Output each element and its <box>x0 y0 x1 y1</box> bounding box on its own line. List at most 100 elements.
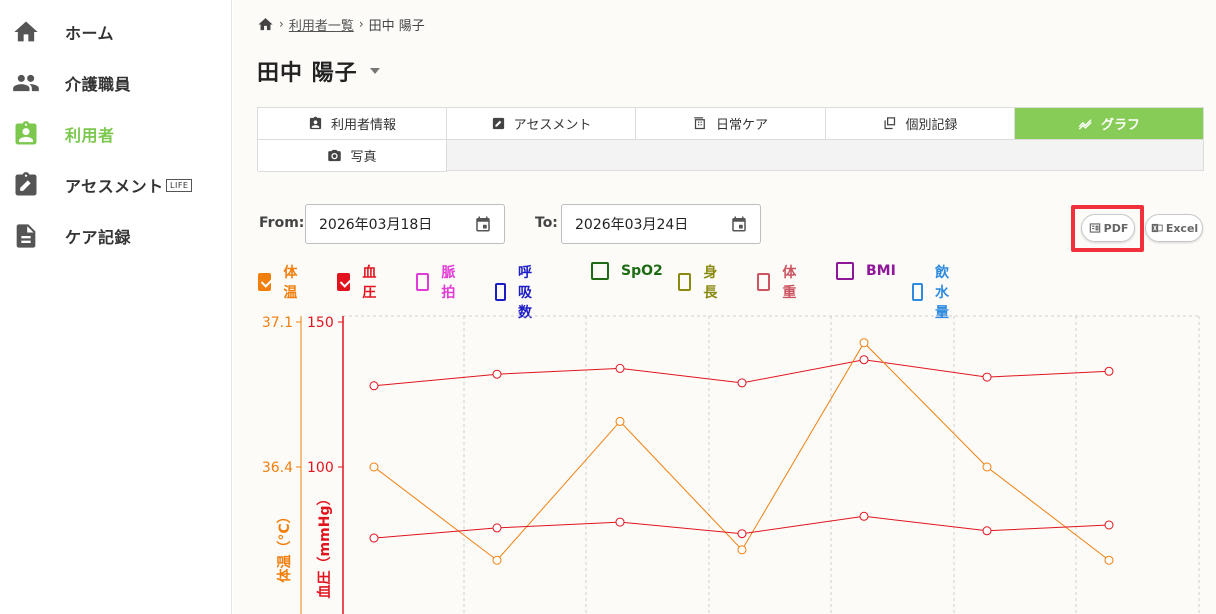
excel-icon <box>1151 223 1163 233</box>
home-icon[interactable] <box>257 16 274 33</box>
data-point <box>737 529 747 539</box>
tab-label: 利用者情報 <box>330 118 396 133</box>
calendar-icon[interactable] <box>730 215 748 233</box>
tab-user-info[interactable]: 利用者情報 <box>258 108 447 140</box>
data-point <box>615 517 625 527</box>
data-point <box>492 523 502 533</box>
data-point <box>982 372 992 382</box>
life-badge: LIFE <box>166 179 193 192</box>
from-label: From: <box>259 215 305 231</box>
sidebar-item-label: ホーム <box>65 24 115 43</box>
sidebar-item-staff[interactable]: 介護職員 <box>0 61 231 105</box>
data-point <box>859 355 869 365</box>
user-name-title: 田中 陽子 <box>257 61 358 86</box>
tab-label: アセスメント <box>513 118 592 133</box>
tab-assessment[interactable]: アセスメント <box>447 108 636 140</box>
legend-checkbox[interactable] <box>495 283 506 301</box>
tab-daily-care[interactable]: 日常ケア <box>636 108 826 140</box>
caret-down-icon[interactable] <box>369 68 380 74</box>
breadcrumb: › 利用者一覧 › 田中 陽子 <box>257 14 425 34</box>
legend-checkbox[interactable] <box>258 273 272 291</box>
to-date-input[interactable]: 2026年03月24日 <box>561 204 761 244</box>
legend-label: 脈拍 <box>441 265 456 301</box>
document-icon <box>16 224 36 248</box>
data-point <box>615 416 625 426</box>
sidebar-item-label: ケア記録 <box>65 228 132 247</box>
legend-checkbox[interactable] <box>416 273 430 291</box>
legend-checkbox[interactable] <box>836 262 854 280</box>
legend-label: BMI <box>866 263 896 279</box>
legend-item-height[interactable]: 身長 <box>678 262 722 302</box>
chevron-right-icon: › <box>358 17 364 31</box>
blood-pressure-tick-label: 100 <box>307 460 334 476</box>
legend-item-bmi[interactable]: BMI <box>836 262 896 280</box>
person-card-icon <box>309 116 322 130</box>
sidebar-item-home[interactable]: ホーム <box>0 10 231 54</box>
sidebar-item-users[interactable]: 利用者 <box>0 112 231 156</box>
main-content: › 利用者一覧 › 田中 陽子 田中 陽子 利用者情報 アセスメント 日常ケア … <box>233 0 1216 614</box>
blood-pressure-axis-title: 血圧（mmHg） <box>316 492 333 599</box>
export-pdf-button[interactable]: PDF <box>1081 214 1135 242</box>
legend-label: 血圧 <box>362 265 377 301</box>
pdf-label: PDF <box>1103 221 1129 235</box>
data-point <box>982 462 992 472</box>
sidebar: ホーム 介護職員 利用者 アセスメント LIFE ケア記録 <box>0 0 232 614</box>
data-point <box>982 526 992 536</box>
sidebar-item-label: 利用者 <box>65 126 115 145</box>
data-point <box>859 338 869 348</box>
vitals-chart: 37.1 36.4 150 100 体温（°C） 血圧（mmHg） <box>233 300 1216 614</box>
legend-checkbox[interactable] <box>337 273 351 291</box>
edit-note-icon <box>492 117 504 130</box>
legend-checkbox[interactable] <box>591 262 609 280</box>
copy-icon <box>884 117 896 130</box>
data-point <box>492 555 502 565</box>
tab-bar: 利用者情報 アセスメント 日常ケア 個別記録 グラフ 写真 <box>257 107 1204 172</box>
sidebar-item-care-records[interactable]: ケア記録 <box>0 214 231 258</box>
legend-item-pulse[interactable]: 脈拍 <box>416 262 460 302</box>
pdf-icon <box>1089 223 1100 233</box>
to-label: To: <box>535 215 558 231</box>
legend-label: 身長 <box>703 265 718 301</box>
legend-checkbox[interactable] <box>678 273 692 291</box>
temperature-axis-title: 体温（°C） <box>276 509 293 582</box>
tab-label: グラフ <box>1100 118 1140 133</box>
breadcrumb-current: 田中 陽子 <box>368 18 425 34</box>
camera-icon <box>328 149 342 162</box>
data-point <box>615 363 625 373</box>
calendar-grid-icon <box>694 117 705 130</box>
data-point <box>369 533 379 543</box>
sidebar-item-assessment[interactable]: アセスメント LIFE <box>0 163 231 207</box>
data-point <box>1104 555 1114 565</box>
legend-checkbox[interactable] <box>912 283 923 301</box>
legend-label: SpO2 <box>621 263 663 279</box>
legend-item-temperature[interactable]: 体温 <box>258 262 302 302</box>
data-point <box>859 511 869 521</box>
to-date-value: 2026年03月24日 <box>575 217 689 233</box>
tab-photos[interactable]: 写真 <box>258 140 447 172</box>
sidebar-item-label: アセスメント <box>65 177 164 196</box>
legend-checkbox[interactable] <box>757 273 771 291</box>
tab-individual-records[interactable]: 個別記録 <box>826 108 1015 140</box>
tab-graph[interactable]: グラフ <box>1015 108 1203 140</box>
breadcrumb-user-list-link[interactable]: 利用者一覧 <box>289 15 354 34</box>
sidebar-item-label: 介護職員 <box>65 75 132 94</box>
vitals-chart-svg: 37.1 36.4 150 100 体温（°C） 血圧（mmHg） <box>262 315 1200 614</box>
calendar-icon[interactable] <box>474 215 492 233</box>
temperature-tick-label: 36.4 <box>262 460 293 476</box>
data-point <box>369 381 379 391</box>
legend-item-blood-pressure[interactable]: 血圧 <box>337 262 381 302</box>
data-point <box>1104 366 1114 376</box>
excel-label: Excel <box>1165 221 1199 235</box>
blood-pressure-tick-label: 150 <box>307 315 334 331</box>
export-excel-button[interactable]: Excel <box>1145 214 1203 242</box>
tab-label: 日常ケア <box>715 118 768 133</box>
legend-item-weight[interactable]: 体重 <box>757 262 801 302</box>
legend-label: 体温 <box>283 265 298 301</box>
from-date-input[interactable]: 2026年03月18日 <box>305 204 505 244</box>
badge-icon <box>15 121 37 145</box>
tab-label: 写真 <box>350 150 377 165</box>
legend-item-spo2[interactable]: SpO2 <box>591 262 663 280</box>
data-point <box>369 462 379 472</box>
tab-label: 個別記録 <box>905 118 958 133</box>
chevron-right-icon: › <box>279 17 284 31</box>
